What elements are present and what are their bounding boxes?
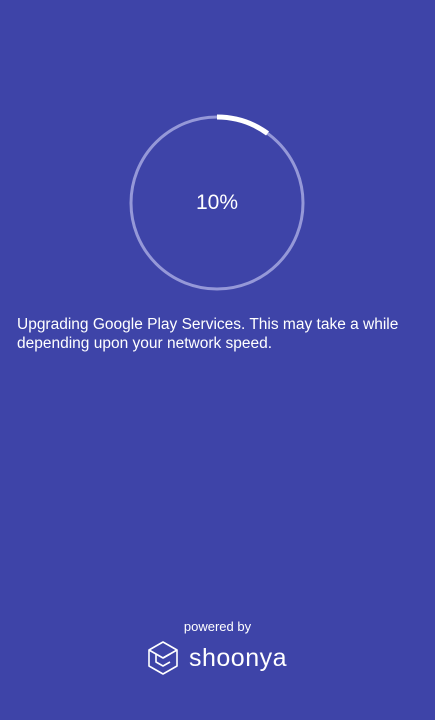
circular-progress: 10% — [128, 114, 306, 292]
progress-percentage: 10% — [195, 191, 239, 214]
shoonya-logo-icon — [148, 641, 178, 675]
upgrade-message: Upgrading Google Play Services. This may… — [17, 316, 399, 352]
brand-block: shoonya — [147, 640, 287, 676]
powered-by-label: powered by — [183, 619, 252, 634]
brand-name: shoonya — [189, 643, 288, 672]
